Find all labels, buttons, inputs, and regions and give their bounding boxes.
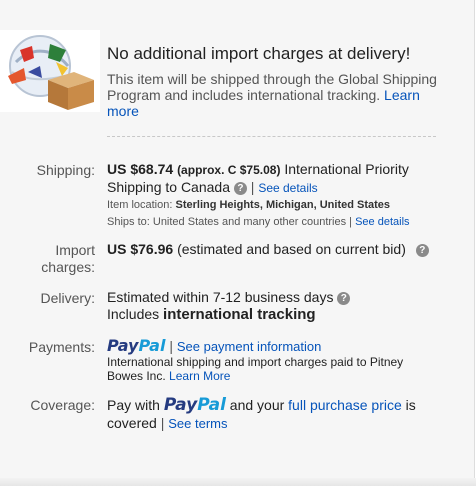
gsp-headline: No additional import charges at delivery… <box>107 44 411 63</box>
ships-to-label: Ships to: <box>107 216 150 228</box>
coverage-is: is <box>405 397 416 413</box>
payments-note-text: International shipping and import charge… <box>107 355 404 383</box>
paypal-logo: PayPal <box>107 336 166 355</box>
full-purchase-price-link[interactable]: full purchase price <box>288 397 402 413</box>
panel-bottom-edge <box>0 478 476 486</box>
paypal-logo: PayPal <box>163 395 226 415</box>
import-note: (estimated and based on current bid) <box>177 241 406 257</box>
ships-to-value: United States and many other countries <box>152 216 347 228</box>
item-location: Item location: Sterling Heights, Michiga… <box>107 197 462 214</box>
gsp-description: This item will be shipped through the Gl… <box>107 71 452 119</box>
import-label-line1: Import <box>55 242 95 258</box>
shipping-amount: US $68.74 <box>107 161 174 177</box>
see-terms-link[interactable]: See terms <box>168 416 227 431</box>
item-location-value: Sterling Heights, Michigan, United State… <box>175 199 391 211</box>
payments-learn-more-link[interactable]: Learn More <box>169 369 230 383</box>
coverage-pay-with: Pay with <box>107 397 160 413</box>
see-payment-info-link[interactable]: See payment information <box>177 339 322 354</box>
ships-to-see-details-link[interactable]: See details <box>355 216 409 228</box>
delivery-estimate: Estimated within 7-12 business days <box>107 289 334 305</box>
dashed-separator <box>107 136 436 137</box>
coverage-and-your: and your <box>229 397 285 413</box>
help-icon[interactable]: ? <box>337 291 351 305</box>
coverage-label: Coverage: <box>30 397 95 413</box>
payments-note: International shipping and import charge… <box>107 355 422 383</box>
gsp-logo-box <box>0 30 100 112</box>
delivery-label: Delivery: <box>40 290 95 306</box>
import-label-line2: charges: <box>41 259 95 275</box>
coverage-value: Pay with PayPal and your full purchase p… <box>107 395 416 431</box>
payments-value: PayPal | See payment information <box>107 336 322 355</box>
item-location-label: Item location: <box>107 199 173 211</box>
shipping-approx: (approx. C $75.08) <box>177 163 281 177</box>
delivery-tracking: international tracking <box>163 306 316 323</box>
coverage-covered: covered <box>107 415 157 431</box>
shipping-value: US $68.74 (approx. C $75.08) Internation… <box>107 161 409 195</box>
shipping-label: Shipping: <box>36 162 95 178</box>
help-icon[interactable]: ? <box>415 243 429 257</box>
import-charges-value: US $76.96 (estimated and based on curren… <box>107 241 467 258</box>
delivery-value: Estimated within 7-12 business days ? In… <box>107 289 462 323</box>
delivery-includes: Includes <box>107 306 160 322</box>
payments-label: Payments: <box>28 339 95 355</box>
import-charges-label: Import charges: <box>0 242 95 276</box>
globe-box-icon <box>8 35 94 110</box>
shipping-see-details-link[interactable]: See details <box>258 181 317 195</box>
help-icon[interactable]: ? <box>233 181 247 195</box>
import-amount: US $76.96 <box>107 241 174 257</box>
ships-to: Ships to: United States and many other c… <box>107 216 410 228</box>
